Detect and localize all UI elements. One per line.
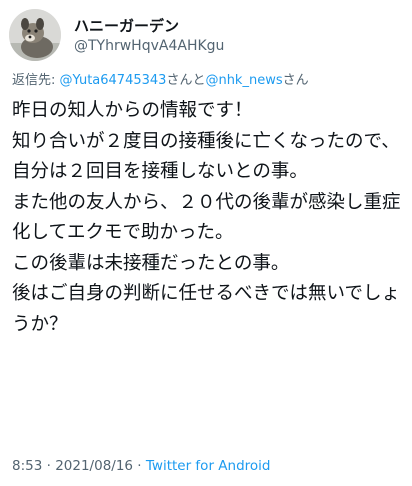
dog-icon: [9, 9, 61, 61]
tweet-time[interactable]: 8:53: [12, 458, 42, 474]
tweet-date[interactable]: 2021/08/16: [55, 458, 133, 474]
display-name[interactable]: ハニーガーデン: [74, 16, 179, 36]
reply-mention-yuta[interactable]: @Yuta64745343: [60, 73, 167, 88]
reply-suffix: さん: [282, 73, 309, 88]
reply-joiner: さんと: [166, 73, 206, 88]
tweet-text: 昨日の知人からの情報です！ 知り合いが２度目の接種後に亡くなったので、自分は２回…: [12, 100, 401, 335]
reply-mention-nhk-news[interactable]: @nhk_news: [205, 73, 282, 88]
avatar[interactable]: [9, 9, 61, 61]
meta-separator: ·: [42, 458, 56, 474]
tweet-source-link[interactable]: Twitter for Android: [146, 458, 271, 474]
reply-prefix: 返信先:: [12, 73, 60, 88]
user-handle[interactable]: @TYhrwHqvA4AHKgu: [74, 37, 224, 56]
meta-separator: ·: [133, 458, 146, 474]
reply-to-line: 返信先: @Yuta64745343さんと@nhk_newsさん: [12, 72, 309, 90]
tweet-meta: 8:53 · 2021/08/16 · Twitter for Android: [12, 457, 270, 475]
